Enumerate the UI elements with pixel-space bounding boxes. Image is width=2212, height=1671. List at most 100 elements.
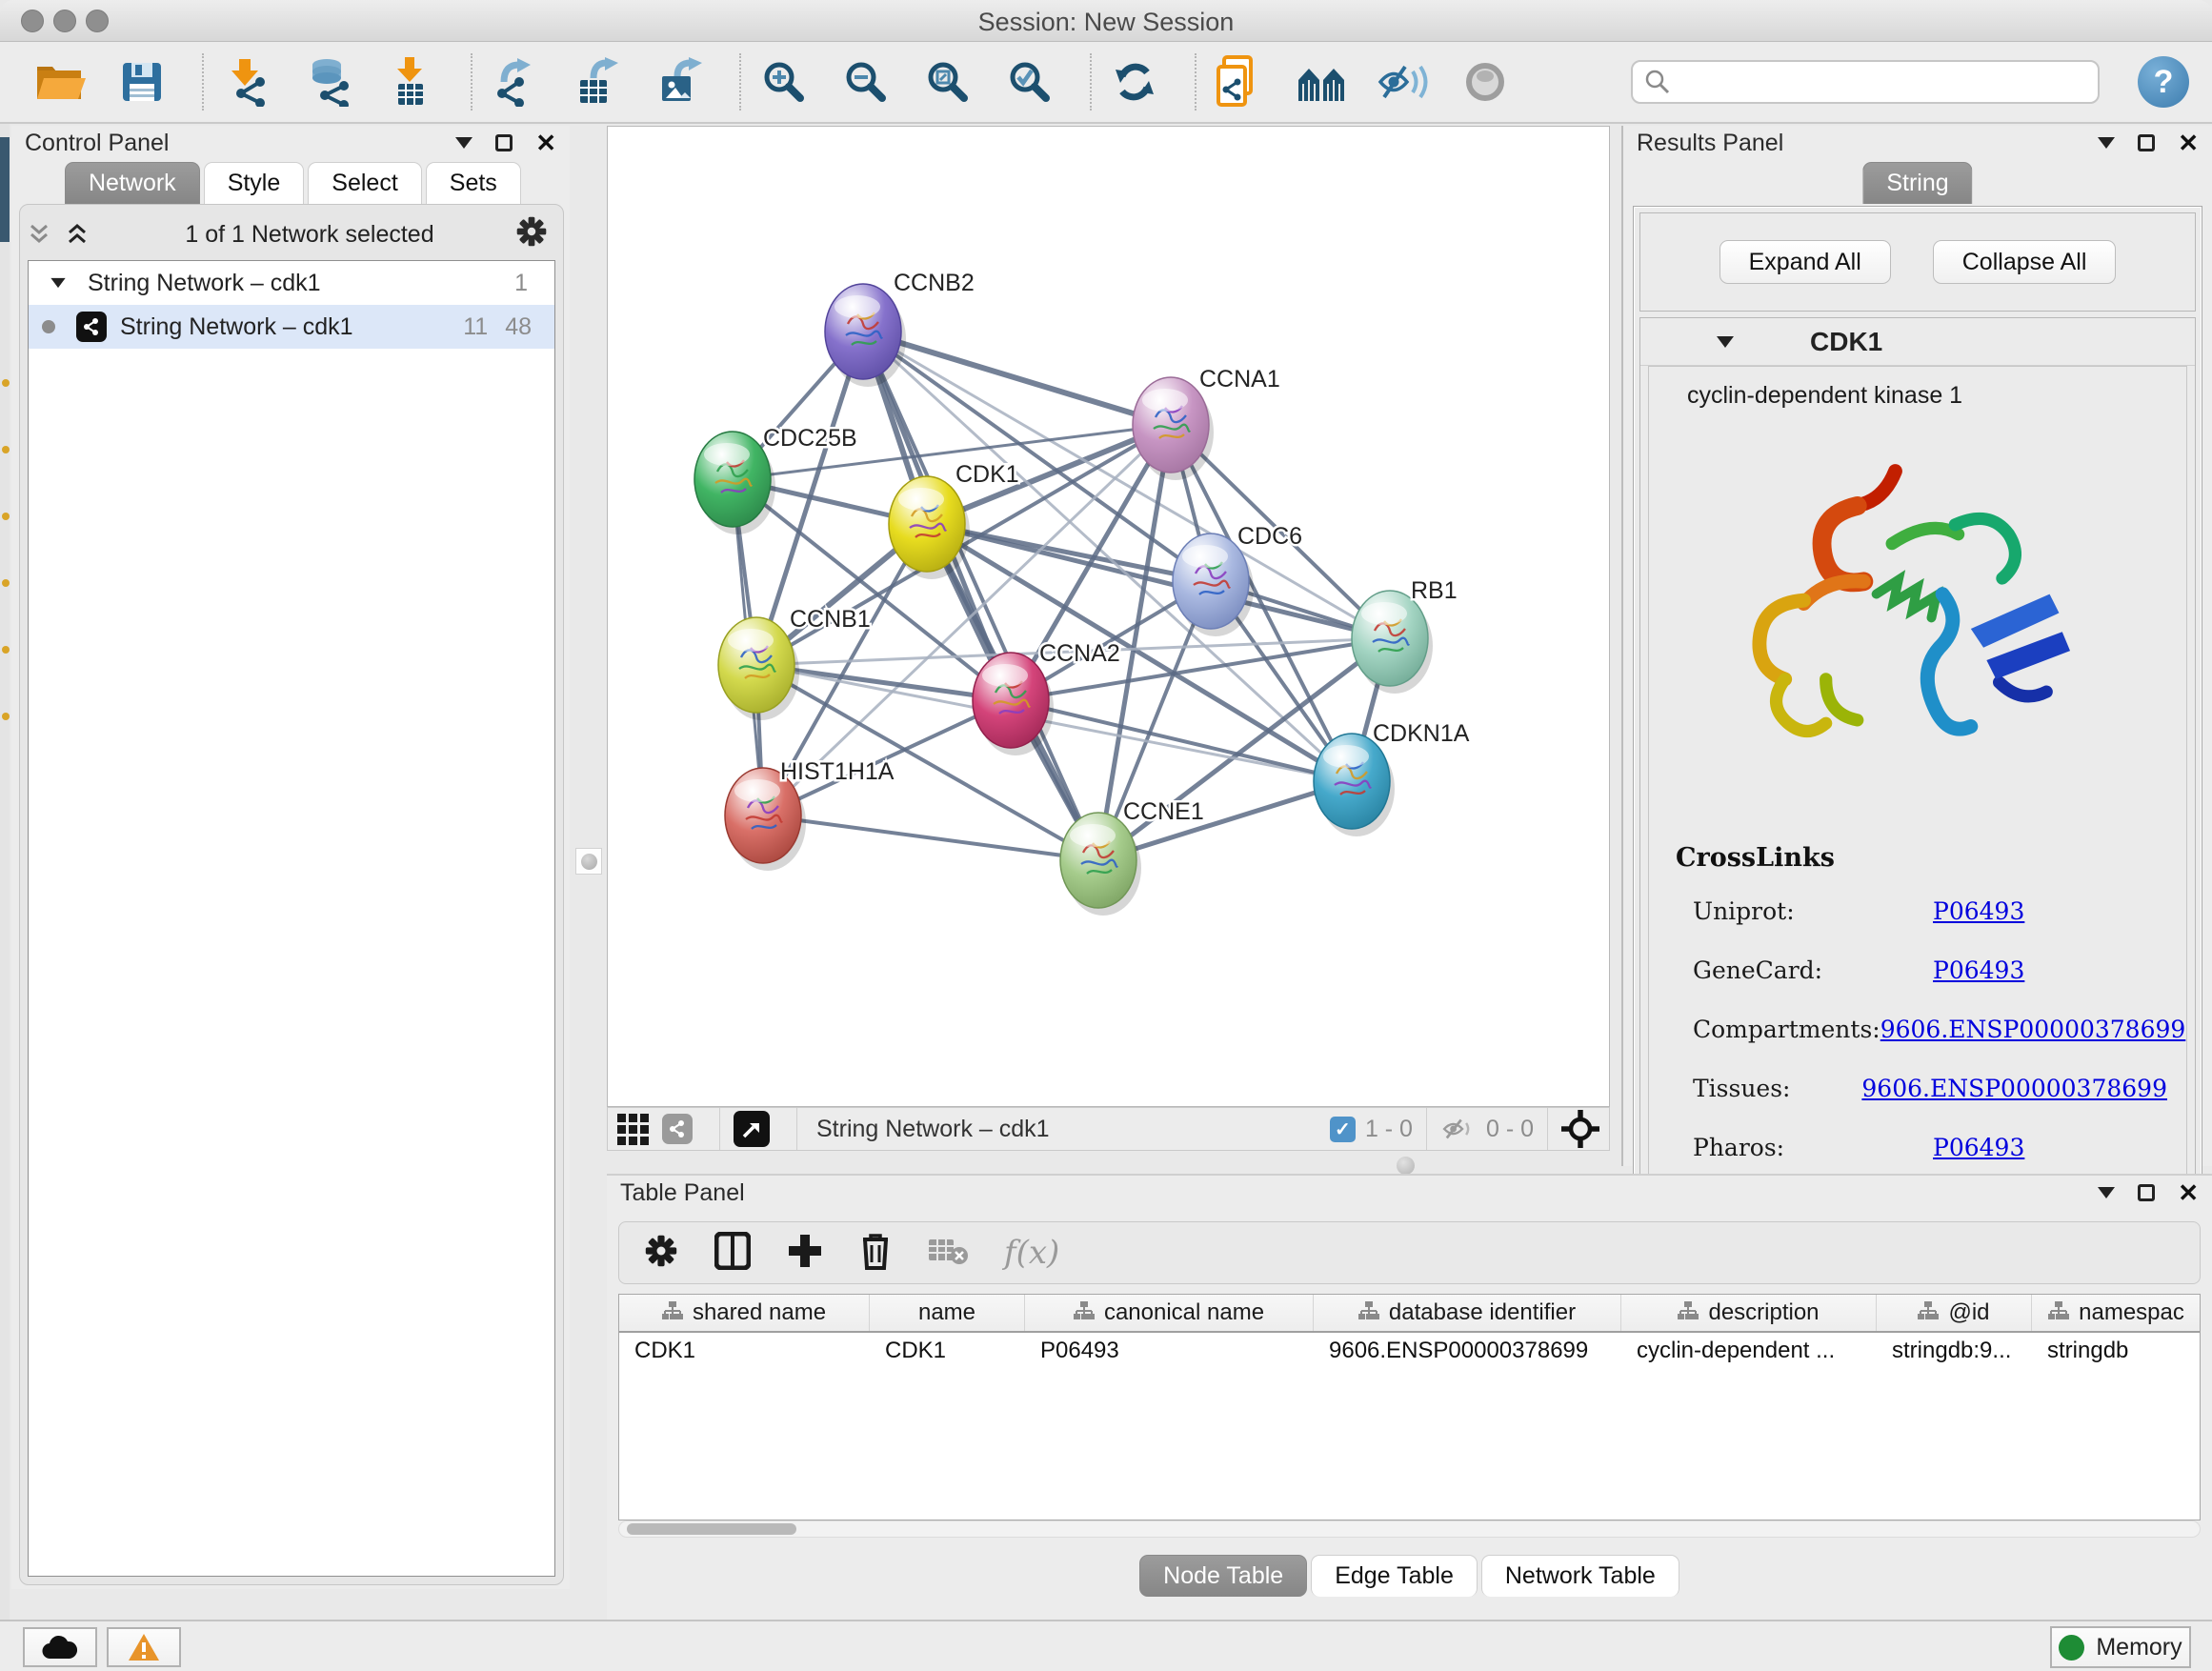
panel-menu-icon[interactable] — [455, 137, 473, 149]
network-canvas[interactable]: CCNB2CCNA1CDC25BCDK1CDC6RB1CCNB1CCNA2CDK… — [607, 126, 1610, 1107]
float-panel-icon[interactable] — [2138, 1184, 2155, 1201]
import-database-icon[interactable] — [301, 54, 356, 110]
search-input[interactable] — [1631, 60, 2100, 104]
cloud-status-button[interactable] — [23, 1627, 97, 1667]
network-node-CCNB2[interactable]: CCNB2 — [825, 270, 975, 387]
network-node-CCNA2[interactable]: CCNA2 — [973, 640, 1120, 755]
network-collection-row[interactable]: String Network – cdk1 1 — [29, 261, 554, 305]
panel-menu-icon[interactable] — [2098, 1187, 2115, 1198]
warnings-button[interactable] — [107, 1627, 181, 1667]
column-header-name[interactable]: name — [870, 1295, 1025, 1331]
crosslink-link[interactable]: 9606.ENSP00000378699 — [1880, 1016, 2186, 1043]
collapse-all-icon[interactable] — [28, 224, 50, 245]
help-icon[interactable]: ? — [2138, 56, 2189, 108]
zoom-out-icon[interactable] — [838, 54, 894, 110]
table-hscrollbar[interactable] — [618, 1520, 2201, 1538]
tab-network[interactable]: Network — [65, 162, 200, 204]
zoom-in-icon[interactable] — [756, 54, 812, 110]
table-hscrollbar-thumb[interactable] — [627, 1523, 796, 1535]
hide-labels-eye-icon[interactable] — [1376, 54, 1431, 110]
column-header-database-identifier[interactable]: database identifier — [1314, 1295, 1621, 1331]
column-header-shared-name[interactable]: shared name — [619, 1295, 870, 1331]
delete-column-icon[interactable] — [859, 1232, 892, 1275]
grid-view-icon[interactable] — [617, 1114, 649, 1145]
zoom-selected-icon[interactable] — [1002, 54, 1057, 110]
column-header-description[interactable]: description — [1621, 1295, 1877, 1331]
crosslink-link[interactable]: 9606.ENSP00000378699 — [1861, 1075, 2167, 1102]
crosslink-link[interactable]: P06493 — [1933, 1134, 2024, 1161]
network-node-CCNE1[interactable]: CCNE1 — [1060, 798, 1204, 916]
network-node-CDC6[interactable]: CDC6 — [1173, 523, 1302, 636]
table-settings-gear-icon[interactable] — [644, 1234, 678, 1273]
close-panel-icon[interactable]: ✕ — [535, 131, 556, 155]
collapse-all-button[interactable]: Collapse All — [1933, 240, 2117, 284]
tab-select[interactable]: Select — [308, 162, 421, 204]
import-network-icon[interactable] — [219, 54, 274, 110]
cdk1-section-header[interactable]: CDK1 — [1640, 318, 2195, 366]
cell-database-identifier[interactable]: 9606.ENSP00000378699 — [1314, 1333, 1621, 1369]
save-session-icon[interactable] — [114, 54, 170, 110]
expand-all-icon[interactable] — [66, 224, 89, 245]
panel-menu-icon[interactable] — [2098, 137, 2115, 149]
network-node-RB1[interactable]: RB1 — [1352, 577, 1458, 694]
string-view-icon[interactable] — [662, 1114, 693, 1144]
zoom-fit-icon[interactable] — [920, 54, 975, 110]
cell-@id[interactable]: stringdb:9... — [1877, 1333, 2032, 1369]
cell-description[interactable]: cyclin-dependent ... — [1621, 1333, 1877, 1369]
network-edge-HIST1H1A-CCNE1[interactable] — [763, 815, 1098, 860]
results-panel-header: Results Panel ✕ — [1623, 126, 2212, 160]
network-node-CCNA1[interactable]: CCNA1 — [1133, 366, 1280, 480]
tab-style[interactable]: Style — [204, 162, 305, 204]
horizontal-splitter-handle[interactable] — [1397, 1157, 1415, 1175]
export-table-icon[interactable] — [570, 54, 625, 110]
selected-checkbox-icon[interactable]: ✓ — [1330, 1117, 1356, 1142]
network-row[interactable]: String Network – cdk1 11 48 — [29, 305, 554, 349]
pan-crosshair-icon[interactable] — [1561, 1110, 1599, 1148]
memory-button[interactable]: Memory — [2050, 1626, 2191, 1668]
string-home-icon[interactable] — [1294, 54, 1349, 110]
cell-namespac[interactable]: stringdb — [2032, 1333, 2201, 1369]
network-edge-CDK1-RB1[interactable] — [927, 524, 1390, 638]
open-session-icon[interactable] — [32, 54, 88, 110]
network-node-CDKN1A[interactable]: CDKN1A — [1314, 720, 1470, 836]
left-splitter-handle[interactable] — [575, 848, 602, 875]
column-header-canonical-name[interactable]: canonical name — [1025, 1295, 1314, 1331]
network-edge-CCNB2-CCNA1[interactable] — [863, 332, 1171, 425]
network-edge-CCNB2-CCNE1[interactable] — [863, 332, 1098, 860]
tab-sets[interactable]: Sets — [426, 162, 521, 204]
column-header-@id[interactable]: @id — [1877, 1295, 2032, 1331]
network-graph[interactable]: CCNB2CCNA1CDC25BCDK1CDC6RB1CCNB1CCNA2CDK… — [608, 127, 1609, 1106]
create-column-icon[interactable] — [787, 1233, 823, 1274]
tab-network-table[interactable]: Network Table — [1481, 1555, 1679, 1597]
crosslink-link[interactable]: P06493 — [1933, 897, 2024, 925]
birdseye-view-icon[interactable] — [734, 1111, 770, 1147]
cell-name[interactable]: CDK1 — [870, 1333, 1025, 1369]
crosslink-link[interactable]: P06493 — [1933, 956, 2024, 984]
network-node-CDC25B[interactable]: CDC25B — [694, 425, 857, 534]
export-network-icon[interactable] — [488, 54, 543, 110]
tab-node-table[interactable]: Node Table — [1139, 1555, 1307, 1597]
show-columns-icon[interactable] — [714, 1232, 751, 1275]
export-image-icon[interactable] — [652, 54, 707, 110]
cell-shared-name[interactable]: CDK1 — [619, 1333, 870, 1369]
collection-expand-icon[interactable] — [50, 278, 65, 288]
cell-canonical-name[interactable]: P06493 — [1025, 1333, 1314, 1369]
expand-all-button[interactable]: Expand All — [1719, 240, 1891, 284]
close-panel-icon[interactable]: ✕ — [2178, 1180, 2199, 1205]
clone-network-icon[interactable] — [1212, 54, 1267, 110]
float-panel-icon[interactable] — [2138, 134, 2155, 151]
import-table-icon[interactable] — [383, 54, 438, 110]
tab-edge-table[interactable]: Edge Table — [1311, 1555, 1478, 1597]
network-node-CDK1[interactable]: CDK1 — [889, 461, 1019, 579]
memory-status-dot — [2059, 1635, 2084, 1661]
node-table-data-row[interactable]: CDK1CDK1P064939606.ENSP00000378699cyclin… — [619, 1333, 2200, 1369]
column-header-namespac[interactable]: namespac — [2032, 1295, 2201, 1331]
network-node-HIST1H1A[interactable]: HIST1H1A — [725, 758, 895, 871]
network-edge-CCNA2-CDKN1A[interactable] — [1011, 700, 1352, 781]
close-panel-icon[interactable]: ✕ — [2178, 131, 2199, 155]
section-collapse-icon[interactable] — [1717, 336, 1734, 348]
float-panel-icon[interactable] — [495, 134, 513, 151]
tab-string[interactable]: String — [1862, 162, 1972, 204]
network-options-gear-icon[interactable] — [515, 215, 548, 254]
refresh-icon[interactable] — [1107, 54, 1162, 110]
